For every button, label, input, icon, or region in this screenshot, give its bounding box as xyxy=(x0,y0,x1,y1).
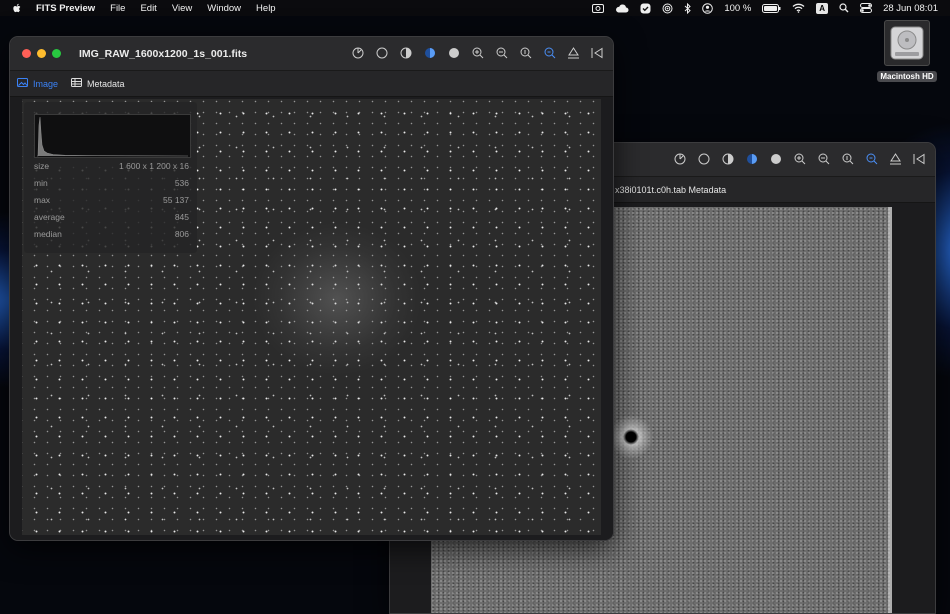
app-name-menu[interactable]: FITS Preview xyxy=(36,3,95,14)
window-title: IMG_RAW_1600x1200_1s_001.fits xyxy=(79,47,248,60)
stat-row-median: median 806 xyxy=(34,229,189,239)
flip-horizontal-icon[interactable] xyxy=(913,152,926,165)
front-window[interactable]: IMG_RAW_1600x1200_1s_001.fits Image Meta… xyxy=(9,36,614,541)
cloud-status-icon[interactable] xyxy=(615,3,629,13)
stat-label-size: size xyxy=(34,161,50,171)
circle-outline-icon[interactable] xyxy=(375,46,388,59)
zoom-in-icon[interactable] xyxy=(471,46,484,59)
stat-value-min: 536 xyxy=(174,178,189,188)
table-icon xyxy=(71,78,83,89)
stat-row-max: max 55 137 xyxy=(34,195,189,205)
half-circle-icon[interactable] xyxy=(399,46,412,59)
half-circle-icon[interactable] xyxy=(721,152,734,165)
zoom-actual-icon[interactable] xyxy=(841,152,854,165)
bluetooth-icon[interactable] xyxy=(684,2,692,14)
control-center-icon[interactable] xyxy=(860,3,873,13)
apple-menu-icon[interactable] xyxy=(12,3,26,14)
front-toolbar xyxy=(351,46,604,59)
menu-bar: FITS Preview File Edit View Window Help … xyxy=(0,0,950,16)
zoom-fit-icon[interactable] xyxy=(543,46,556,59)
status-area: 100 % A 28 Jun 08:01 xyxy=(592,2,938,14)
menu-view[interactable]: View xyxy=(172,3,192,14)
front-image-area[interactable]: size 1 600 x 1 200 x 16 min 536 max 55 1… xyxy=(10,97,613,540)
stat-row-average: average 845 xyxy=(34,212,189,222)
back-tab-metadata[interactable]: x38i0101t.c0h.tab Metadata xyxy=(615,185,726,195)
zoom-window-button[interactable] xyxy=(52,49,61,58)
flip-horizontal-icon[interactable] xyxy=(591,46,604,59)
stat-value-max: 55 137 xyxy=(163,195,189,205)
wifi-icon[interactable] xyxy=(792,3,805,13)
tab-metadata[interactable]: Metadata xyxy=(71,78,125,89)
battery-icon[interactable] xyxy=(762,3,781,13)
menu-file[interactable]: File xyxy=(110,3,125,14)
flip-vertical-icon[interactable] xyxy=(889,152,902,165)
tab-image-label: Image xyxy=(33,78,59,89)
stat-label-max: max xyxy=(34,195,51,205)
menubar-clock[interactable]: 28 Jun 08:01 xyxy=(883,3,938,14)
histogram xyxy=(34,114,191,158)
battery-percent: 100 % xyxy=(724,2,752,14)
airdrop-status-icon[interactable] xyxy=(662,3,673,14)
front-titlebar[interactable]: IMG_RAW_1600x1200_1s_001.fits xyxy=(10,37,613,71)
circle-outline-icon[interactable] xyxy=(697,152,710,165)
hard-drive-icon[interactable] xyxy=(884,20,930,66)
filled-circle-icon[interactable] xyxy=(447,46,460,59)
zoom-fit-icon[interactable] xyxy=(865,152,878,165)
stat-row-size: size 1 600 x 1 200 x 16 xyxy=(34,161,189,171)
camera-status-icon[interactable] xyxy=(592,3,605,13)
image-icon xyxy=(17,78,28,89)
flip-vertical-icon[interactable] xyxy=(567,46,580,59)
zoom-in-icon[interactable] xyxy=(793,152,806,165)
auto-stretch-icon[interactable] xyxy=(673,152,686,165)
menu-help[interactable]: Help xyxy=(256,3,276,14)
checkmark-status-icon[interactable] xyxy=(640,3,651,14)
user-account-icon[interactable] xyxy=(702,2,714,14)
menu-window[interactable]: Window xyxy=(207,3,241,14)
stat-value-size: 1 600 x 1 200 x 16 xyxy=(119,161,189,171)
disk-label: Macintosh HD xyxy=(877,71,937,82)
zoom-actual-icon[interactable] xyxy=(519,46,532,59)
zoom-out-icon[interactable] xyxy=(495,46,508,59)
tab-metadata-label: Metadata xyxy=(87,78,125,89)
filled-circle-icon[interactable] xyxy=(769,152,782,165)
tab-image[interactable]: Image xyxy=(17,78,58,89)
half-circle-blue-icon[interactable] xyxy=(423,46,436,59)
spotlight-search-icon[interactable] xyxy=(839,3,849,13)
stat-label-median: median xyxy=(34,229,62,239)
close-window-button[interactable] xyxy=(22,49,31,58)
back-toolbar xyxy=(673,152,926,165)
front-tabbar: Image Metadata xyxy=(10,71,613,97)
window-controls xyxy=(22,49,61,58)
stats-panel: size 1 600 x 1 200 x 16 min 536 max 55 1… xyxy=(24,102,197,253)
auto-stretch-icon[interactable] xyxy=(351,46,364,59)
desktop-disk[interactable]: Macintosh HD xyxy=(876,20,938,84)
minimize-window-button[interactable] xyxy=(37,49,46,58)
stat-value-average: 845 xyxy=(174,212,189,222)
half-circle-blue-icon[interactable] xyxy=(745,152,758,165)
stat-label-average: average xyxy=(34,212,65,222)
zoom-out-icon[interactable] xyxy=(817,152,830,165)
menu-edit[interactable]: Edit xyxy=(140,3,156,14)
stat-label-min: min xyxy=(34,178,48,188)
stat-row-min: min 536 xyxy=(34,178,189,188)
stat-value-median: 806 xyxy=(174,229,189,239)
input-source-badge[interactable]: A xyxy=(816,2,829,14)
